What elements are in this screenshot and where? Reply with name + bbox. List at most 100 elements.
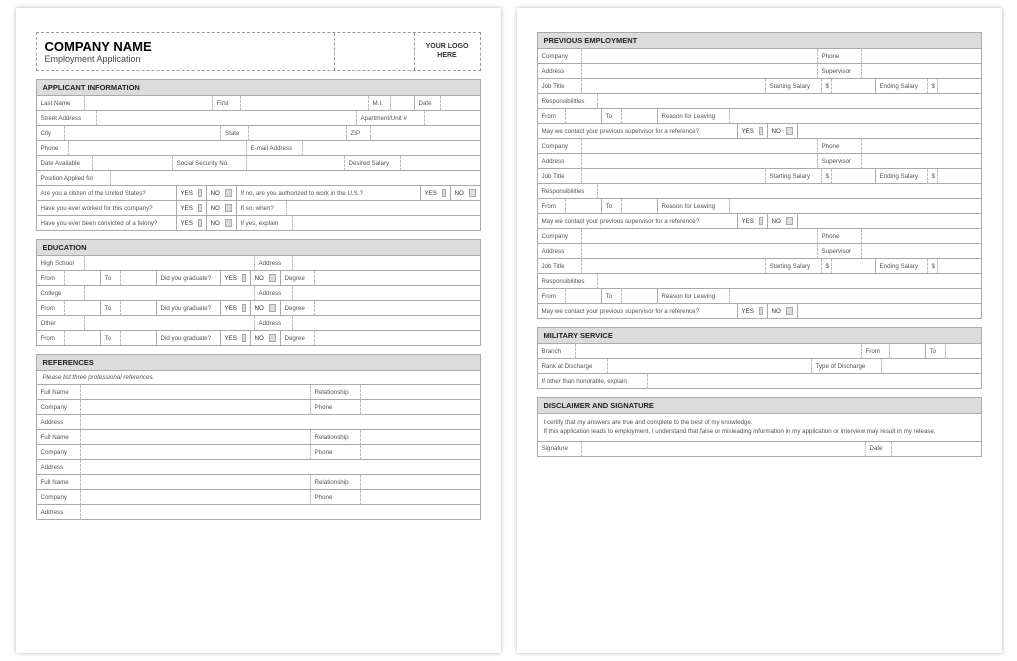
hs-addr-input[interactable] bbox=[293, 256, 481, 271]
e3-reason-input[interactable] bbox=[730, 289, 982, 304]
worked-yes[interactable]: YES bbox=[177, 201, 207, 216]
ref1-addr-input[interactable] bbox=[81, 415, 481, 430]
position-input[interactable] bbox=[111, 171, 481, 186]
e3-contact-yes[interactable]: YES bbox=[738, 304, 768, 319]
hs-grad-yes[interactable]: YES bbox=[221, 271, 251, 286]
e3-esal-input[interactable] bbox=[938, 259, 982, 274]
ref1-company-input[interactable] bbox=[81, 400, 311, 415]
e2-addr-input[interactable] bbox=[582, 154, 818, 169]
o-degree-input[interactable] bbox=[315, 331, 481, 346]
c-from-input[interactable] bbox=[65, 301, 101, 316]
ref2-company-input[interactable] bbox=[81, 445, 311, 460]
e1-resp-input[interactable] bbox=[598, 94, 982, 109]
hs-to-input[interactable] bbox=[121, 271, 157, 286]
e1-company-input[interactable] bbox=[582, 49, 818, 64]
e2-jobtitle-input[interactable] bbox=[582, 169, 766, 184]
c-to-input[interactable] bbox=[121, 301, 157, 316]
e1-contact-yes[interactable]: YES bbox=[738, 124, 768, 139]
city-input[interactable] bbox=[65, 126, 222, 141]
hs-grad-no[interactable]: NO bbox=[251, 271, 281, 286]
e3-ssal-input[interactable] bbox=[832, 259, 876, 274]
sig-date-input[interactable] bbox=[892, 442, 982, 457]
ref3-phone-input[interactable] bbox=[361, 490, 481, 505]
e2-phone-input[interactable] bbox=[862, 139, 982, 154]
mi-input[interactable] bbox=[391, 96, 415, 111]
citizen-no[interactable]: NO bbox=[207, 186, 237, 201]
e3-resp-input[interactable] bbox=[598, 274, 982, 289]
e2-sup-input[interactable] bbox=[862, 154, 982, 169]
e1-to-input[interactable] bbox=[622, 109, 658, 124]
e2-company-input[interactable] bbox=[582, 139, 818, 154]
first-input[interactable] bbox=[241, 96, 369, 111]
hs-from-input[interactable] bbox=[65, 271, 101, 286]
e2-ssal-input[interactable] bbox=[832, 169, 876, 184]
type-discharge-input[interactable] bbox=[882, 359, 982, 374]
hs-input[interactable] bbox=[85, 256, 255, 271]
e1-phone-input[interactable] bbox=[862, 49, 982, 64]
auth-no[interactable]: NO bbox=[451, 186, 481, 201]
worked-no[interactable]: NO bbox=[207, 201, 237, 216]
ref3-rel-input[interactable] bbox=[361, 475, 481, 490]
e2-reason-input[interactable] bbox=[730, 199, 982, 214]
o-grad-no[interactable]: NO bbox=[251, 331, 281, 346]
e1-sup-input[interactable] bbox=[862, 64, 982, 79]
phone-input[interactable] bbox=[69, 141, 247, 156]
date-avail-input[interactable] bbox=[93, 156, 173, 171]
e2-esal-input[interactable] bbox=[938, 169, 982, 184]
e1-reason-input[interactable] bbox=[730, 109, 982, 124]
e3-to-input[interactable] bbox=[622, 289, 658, 304]
hs-degree-input[interactable] bbox=[315, 271, 481, 286]
e3-company-input[interactable] bbox=[582, 229, 818, 244]
mil-to-input[interactable] bbox=[946, 344, 982, 359]
street-input[interactable] bbox=[97, 111, 357, 126]
e1-from-input[interactable] bbox=[566, 109, 602, 124]
c-grad-yes[interactable]: YES bbox=[221, 301, 251, 316]
last-name-input[interactable] bbox=[85, 96, 213, 111]
e1-esal-input[interactable] bbox=[938, 79, 982, 94]
auth-yes[interactable]: YES bbox=[421, 186, 451, 201]
ssn-input[interactable] bbox=[247, 156, 345, 171]
c-degree-input[interactable] bbox=[315, 301, 481, 316]
e2-resp-input[interactable] bbox=[598, 184, 982, 199]
e1-contact-no[interactable]: NO bbox=[768, 124, 798, 139]
ref3-name-input[interactable] bbox=[81, 475, 311, 490]
rank-input[interactable] bbox=[608, 359, 812, 374]
e1-ssal-input[interactable] bbox=[832, 79, 876, 94]
college-addr-input[interactable] bbox=[293, 286, 481, 301]
e2-contact-yes[interactable]: YES bbox=[738, 214, 768, 229]
e2-contact-no[interactable]: NO bbox=[768, 214, 798, 229]
mil-from-input[interactable] bbox=[890, 344, 926, 359]
e2-from-input[interactable] bbox=[566, 199, 602, 214]
e1-jobtitle-input[interactable] bbox=[582, 79, 766, 94]
other-honorable-input[interactable] bbox=[648, 374, 982, 389]
felony-no[interactable]: NO bbox=[207, 216, 237, 231]
felony-yes[interactable]: YES bbox=[177, 216, 207, 231]
ref1-name-input[interactable] bbox=[81, 385, 311, 400]
o-grad-yes[interactable]: YES bbox=[221, 331, 251, 346]
apt-input[interactable] bbox=[425, 111, 481, 126]
e3-contact-no[interactable]: NO bbox=[768, 304, 798, 319]
e3-from-input[interactable] bbox=[566, 289, 602, 304]
e1-addr-input[interactable] bbox=[582, 64, 818, 79]
c-grad-no[interactable]: NO bbox=[251, 301, 281, 316]
email-input[interactable] bbox=[303, 141, 481, 156]
ref3-company-input[interactable] bbox=[81, 490, 311, 505]
ifsowhen-input[interactable] bbox=[287, 201, 481, 216]
ref1-phone-input[interactable] bbox=[361, 400, 481, 415]
signature-input[interactable] bbox=[582, 442, 866, 457]
date-input[interactable] bbox=[441, 96, 481, 111]
o-from-input[interactable] bbox=[65, 331, 101, 346]
explain-input[interactable] bbox=[293, 216, 481, 231]
e2-to-input[interactable] bbox=[622, 199, 658, 214]
zip-input[interactable] bbox=[371, 126, 481, 141]
college-input[interactable] bbox=[85, 286, 255, 301]
salary-input[interactable] bbox=[401, 156, 481, 171]
branch-input[interactable] bbox=[576, 344, 862, 359]
ref2-name-input[interactable] bbox=[81, 430, 311, 445]
other-input[interactable] bbox=[85, 316, 255, 331]
ref2-rel-input[interactable] bbox=[361, 430, 481, 445]
ref2-addr-input[interactable] bbox=[81, 460, 481, 475]
e3-phone-input[interactable] bbox=[862, 229, 982, 244]
ref1-rel-input[interactable] bbox=[361, 385, 481, 400]
ref2-phone-input[interactable] bbox=[361, 445, 481, 460]
